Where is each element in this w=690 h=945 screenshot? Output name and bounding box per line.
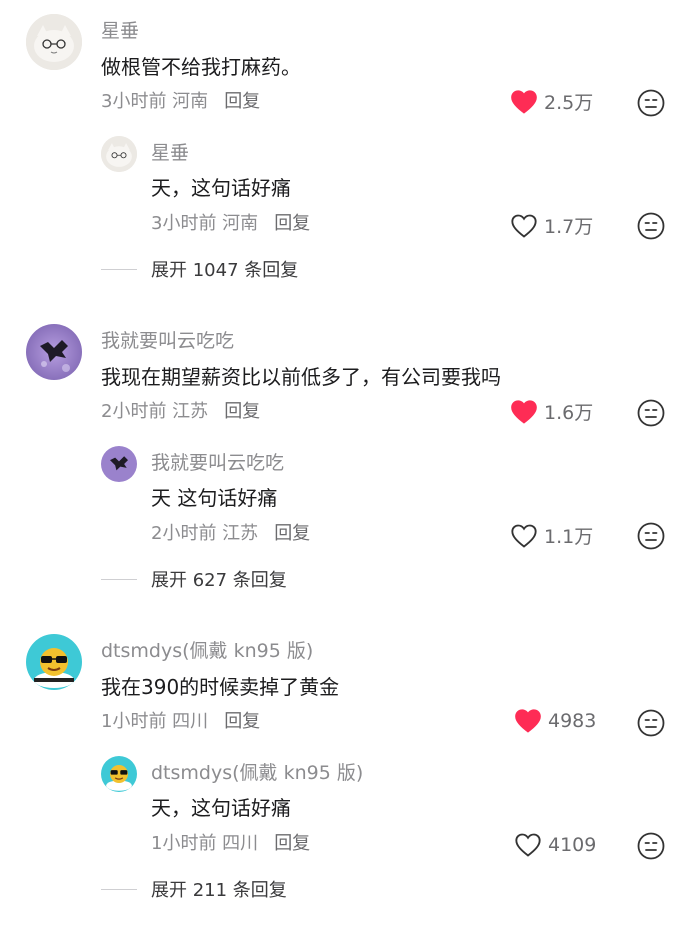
cat-avatar-image (26, 14, 82, 70)
neutral-face-icon (637, 89, 665, 117)
comment-text: 我现在期望薪资比以前低多了，有公司要我吗 (101, 365, 501, 389)
heart-outline-icon (511, 214, 537, 238)
dislike-button[interactable] (637, 399, 665, 427)
like-count: 2.5万 (544, 92, 594, 114)
reply-avatar[interactable] (101, 446, 137, 482)
like-count: 1.6万 (544, 402, 594, 424)
comment-username[interactable]: dtsmdys(佩戴 kn95 版) (101, 640, 313, 662)
reply-button[interactable]: 回复 (224, 401, 260, 422)
like-button[interactable]: 2.5万 (510, 88, 593, 115)
reply-text: 天，这句话好痛 (151, 796, 291, 820)
avatar[interactable] (26, 14, 82, 70)
cat-avatar-image (101, 136, 137, 172)
comment-time-location: 1小时前 四川 (101, 711, 209, 732)
reply-avatar[interactable] (101, 756, 137, 792)
purple-avatar-image (101, 446, 137, 482)
like-button[interactable]: 4109 (514, 832, 596, 858)
like-button[interactable]: 1.1万 (510, 522, 593, 549)
avatar[interactable] (26, 634, 82, 690)
like-count: 4983 (548, 710, 597, 732)
heart-outline-icon (511, 524, 537, 548)
dislike-button[interactable] (637, 212, 665, 240)
like-button[interactable]: 1.6万 (510, 398, 593, 425)
expand-replies-label: 展开 1047 条回复 (151, 260, 299, 281)
avatar[interactable] (26, 324, 82, 380)
reply-avatar[interactable] (101, 136, 137, 172)
like-button[interactable]: 1.7万 (510, 212, 593, 239)
reply-username[interactable]: 我就要叫云吃吃 (151, 452, 284, 474)
expand-replies-label: 展开 627 条回复 (151, 570, 287, 591)
comment-time-location: 3小时前 河南 (101, 91, 209, 112)
expand-replies-label: 展开 211 条回复 (151, 880, 287, 901)
comment-username[interactable]: 星垂 (101, 20, 139, 42)
heart-outline-icon (515, 833, 541, 857)
like-count: 1.7万 (544, 216, 594, 238)
cartoon-dog-avatar-image (101, 756, 137, 792)
comment-meta: 3小时前 河南 回复 (101, 91, 260, 113)
comment-text: 我在390的时候卖掉了黄金 (101, 675, 340, 699)
dislike-button[interactable] (637, 832, 665, 860)
dislike-button[interactable] (637, 522, 665, 550)
reply-button[interactable]: 回复 (274, 833, 310, 854)
heart-icon (515, 709, 541, 733)
cartoon-dog-avatar-image (26, 634, 82, 690)
expand-replies-button[interactable]: 展开 1047 条回复 (101, 256, 298, 282)
neutral-face-icon (637, 709, 665, 737)
comment-meta: 1小时前 四川 回复 (101, 711, 260, 733)
reply-time-location: 3小时前 河南 (151, 213, 259, 234)
reply-button[interactable]: 回复 (274, 523, 310, 544)
reply-meta: 2小时前 江苏 回复 (151, 523, 310, 545)
like-count: 1.1万 (544, 526, 594, 548)
comment-meta: 2小时前 江苏 回复 (101, 401, 260, 423)
reply-text: 天 这句话好痛 (151, 486, 278, 510)
reply-meta: 3小时前 河南 回复 (151, 213, 310, 235)
divider-line (101, 578, 137, 580)
reply-time-location: 2小时前 江苏 (151, 523, 259, 544)
dislike-button[interactable] (637, 89, 665, 117)
expand-replies-button[interactable]: 展开 211 条回复 (101, 876, 287, 902)
neutral-face-icon (637, 522, 665, 550)
comment-text: 做根管不给我打麻药。 (101, 55, 301, 79)
like-button[interactable]: 4983 (514, 708, 596, 734)
heart-icon (511, 399, 537, 424)
reply-button[interactable]: 回复 (224, 91, 260, 112)
neutral-face-icon (637, 832, 665, 860)
reply-text: 天，这句话好痛 (151, 176, 291, 200)
heart-icon (511, 89, 537, 114)
reply-meta: 1小时前 四川 回复 (151, 833, 310, 855)
neutral-face-icon (637, 399, 665, 427)
neutral-face-icon (637, 212, 665, 240)
comment-time-location: 2小时前 江苏 (101, 401, 209, 422)
comment-username[interactable]: 我就要叫云吃吃 (101, 330, 234, 352)
reply-time-location: 1小时前 四川 (151, 833, 259, 854)
divider-line (101, 888, 137, 890)
dislike-button[interactable] (637, 709, 665, 737)
expand-replies-button[interactable]: 展开 627 条回复 (101, 566, 287, 592)
divider-line (101, 268, 137, 270)
reply-username[interactable]: 星垂 (151, 142, 189, 164)
reply-button[interactable]: 回复 (224, 711, 260, 732)
reply-username[interactable]: dtsmdys(佩戴 kn95 版) (151, 762, 363, 784)
purple-avatar-image (26, 324, 82, 380)
like-count: 4109 (548, 834, 597, 856)
reply-button[interactable]: 回复 (274, 213, 310, 234)
